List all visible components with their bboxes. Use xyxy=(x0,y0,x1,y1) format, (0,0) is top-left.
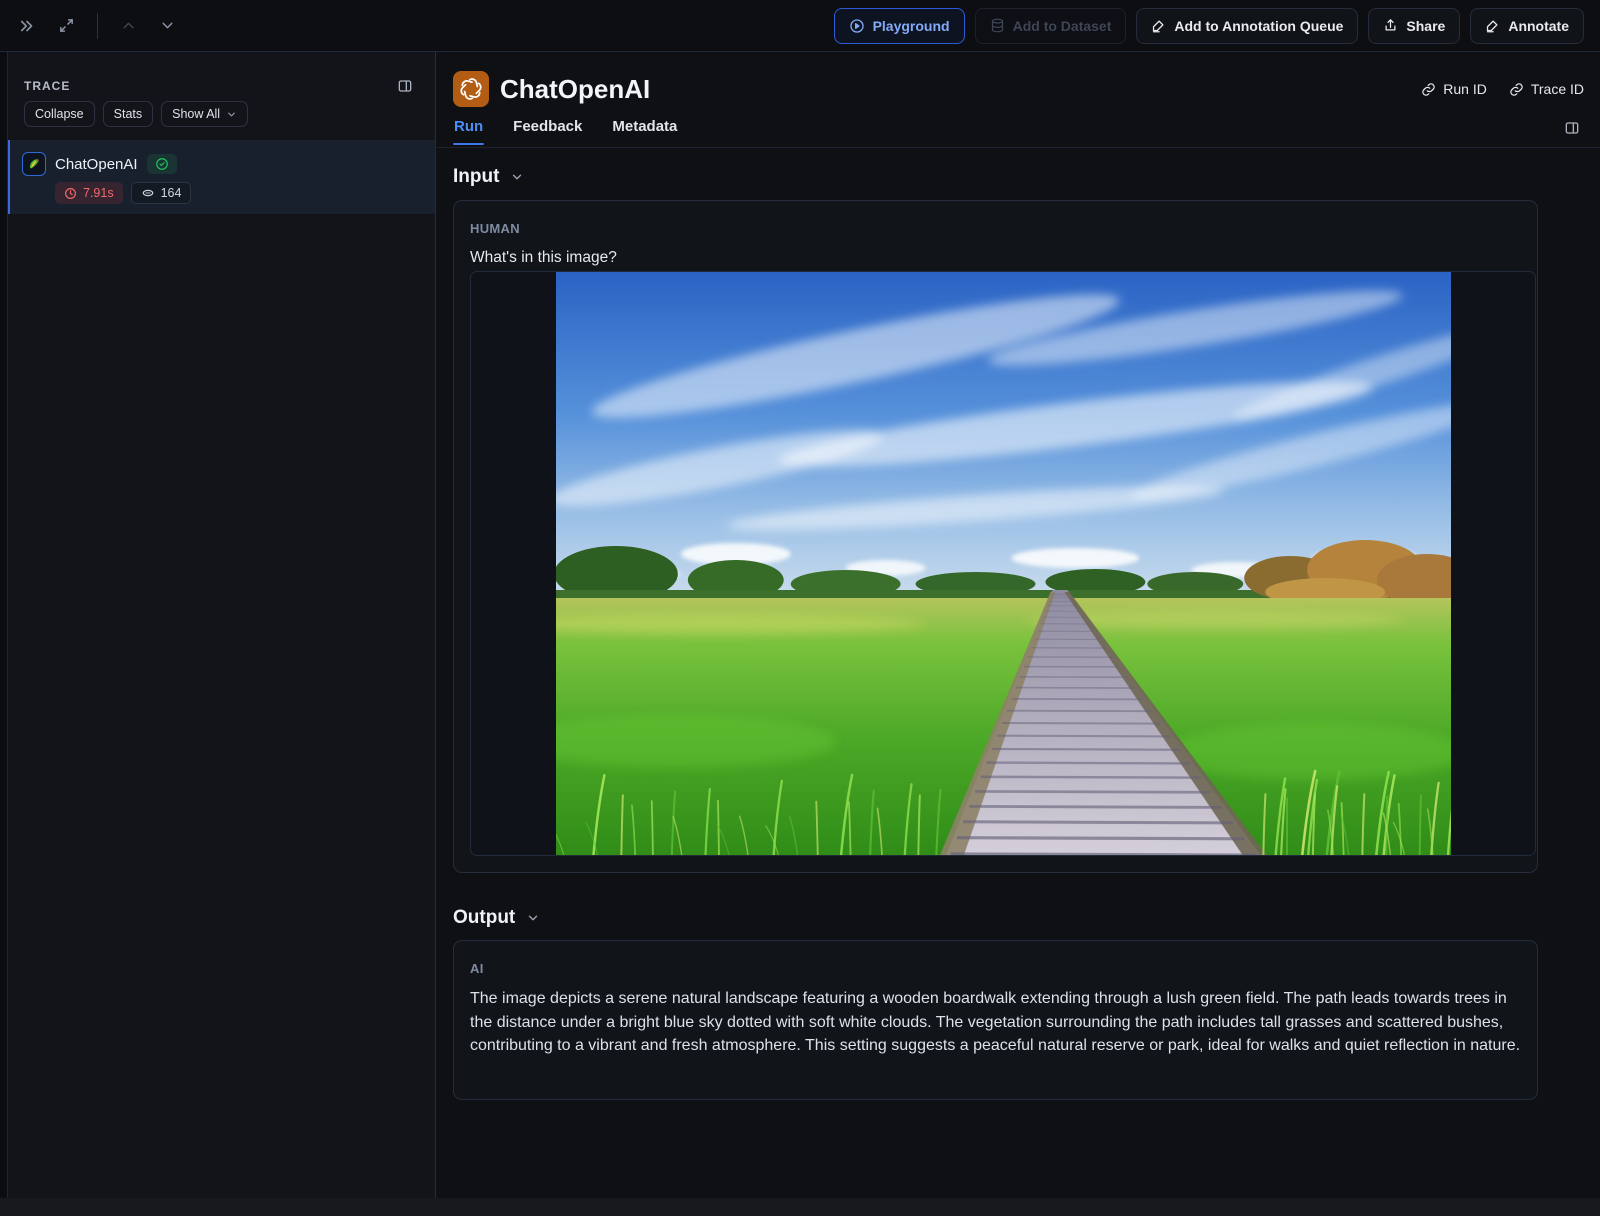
tab-feedback[interactable]: Feedback xyxy=(512,118,583,145)
run-title: ChatOpenAI xyxy=(500,73,651,104)
playground-button[interactable]: Playground xyxy=(833,7,965,44)
latency-value: 7.91s xyxy=(83,186,114,200)
play-circle-icon xyxy=(849,18,865,34)
langchain-parrot-icon xyxy=(22,152,46,176)
link-icon xyxy=(1421,82,1436,97)
share-button[interactable]: Share xyxy=(1368,7,1461,44)
token-count-badge: 164 xyxy=(130,182,192,204)
token-count-value: 164 xyxy=(160,186,182,200)
add-to-annotation-queue-button-label: Add to Annotation Queue xyxy=(1174,17,1344,34)
success-check-icon xyxy=(146,154,177,174)
topbar-divider xyxy=(97,12,98,39)
run-tabs: Run Feedback Metadata xyxy=(453,118,1584,148)
tokens-icon xyxy=(141,186,155,200)
expand-icon[interactable] xyxy=(54,13,79,38)
ai-role-label: AI xyxy=(470,961,484,976)
output-collapse-chevron-icon[interactable] xyxy=(524,909,542,927)
human-role-label: HUMAN xyxy=(470,221,520,236)
output-message-card: AI The image depicts a serene natural la… xyxy=(453,940,1538,1100)
share-icon xyxy=(1383,18,1398,33)
playground-button-label: Playground xyxy=(872,17,950,34)
stats-button-label: Stats xyxy=(113,107,143,121)
ai-message-text: The image depicts a serene natural lands… xyxy=(470,990,1521,1055)
openai-logo xyxy=(453,71,489,107)
topbar: Playground Add to Dataset Add to Annotat… xyxy=(0,0,1600,52)
stats-button[interactable]: Stats xyxy=(102,101,154,127)
bottom-scroll-band xyxy=(0,1198,1600,1216)
trace-sidebar: TRACE Collapse Stats Show All ChatOpenAI… xyxy=(0,52,436,1216)
input-section-header: Input xyxy=(453,166,526,188)
database-icon xyxy=(990,18,1005,33)
pen-icon xyxy=(1485,18,1500,33)
collapse-button[interactable]: Collapse xyxy=(24,101,95,127)
trace-tree-item-chatopenai[interactable]: ChatOpenAI 7.91s 164 xyxy=(8,140,435,214)
input-section-title: Input xyxy=(453,166,500,187)
input-collapse-chevron-icon[interactable] xyxy=(508,168,526,186)
pen-underline-icon xyxy=(1151,18,1166,33)
run-id-link[interactable]: Run ID xyxy=(1421,81,1487,97)
run-id-link-label: Run ID xyxy=(1443,81,1487,97)
chevron-down-icon xyxy=(226,109,237,120)
collapse-button-label: Collapse xyxy=(35,107,84,121)
output-section-header: Output xyxy=(453,907,542,929)
annotate-button[interactable]: Annotate xyxy=(1470,7,1584,44)
trace-controls: Collapse Stats Show All xyxy=(24,101,249,127)
tab-run[interactable]: Run xyxy=(453,118,485,145)
next-run-chevron-down-icon[interactable] xyxy=(155,13,180,38)
boardwalk-landscape-photo xyxy=(555,272,1451,855)
human-message-text: What's in this image? xyxy=(470,249,617,266)
attached-image[interactable] xyxy=(470,271,1536,856)
add-to-annotation-queue-button[interactable]: Add to Annotation Queue xyxy=(1136,7,1359,44)
annotate-button-label: Annotate xyxy=(1508,17,1569,34)
tab-metadata[interactable]: Metadata xyxy=(611,118,678,145)
show-all-dropdown-label: Show All xyxy=(172,107,221,121)
output-section-title: Output xyxy=(453,907,516,928)
share-button-label: Share xyxy=(1406,17,1446,34)
trace-item-name: ChatOpenAI xyxy=(55,155,138,173)
link-icon xyxy=(1509,82,1524,97)
input-message-card: HUMAN What's in this image? xyxy=(453,200,1538,873)
add-to-dataset-button[interactable]: Add to Dataset xyxy=(974,7,1127,44)
previous-run-chevron-up-icon[interactable] xyxy=(116,13,141,38)
clock-icon xyxy=(64,187,77,200)
langsmith-trace-page: Playground Add to Dataset Add to Annotat… xyxy=(0,0,1600,1216)
show-all-dropdown[interactable]: Show All xyxy=(161,101,249,127)
collapsed-left-panel xyxy=(0,52,8,1216)
trace-id-link-label: Trace ID xyxy=(1530,81,1584,97)
add-to-dataset-button-label: Add to Dataset xyxy=(1012,17,1112,34)
collapse-panel-icon[interactable] xyxy=(14,13,40,39)
sidebar-panel-toggle-icon[interactable] xyxy=(393,74,417,98)
run-detail-panel: ChatOpenAI Run ID Trace ID Run Feedback … xyxy=(437,52,1600,1216)
latency-badge: 7.91s xyxy=(55,182,123,204)
detail-panel-toggle-icon[interactable] xyxy=(1560,116,1584,140)
trace-panel-title: TRACE xyxy=(24,79,71,93)
tabs-divider xyxy=(437,147,1600,148)
trace-id-link[interactable]: Trace ID xyxy=(1509,81,1584,97)
